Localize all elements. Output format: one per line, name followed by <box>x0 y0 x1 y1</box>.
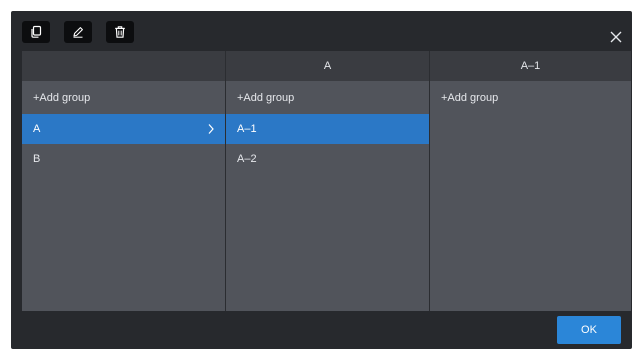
column-a-1: A–1 +Add group <box>430 51 631 311</box>
group-item-label: B <box>33 153 41 165</box>
group-item-a-2[interactable]: A–2 <box>226 144 429 174</box>
group-item-label: A–2 <box>237 153 257 165</box>
toolbar <box>11 11 632 51</box>
dialog-footer: OK <box>11 311 632 349</box>
group-item-b[interactable]: B <box>22 144 225 174</box>
group-item-a[interactable]: A <box>22 114 225 144</box>
group-item-label: A–1 <box>237 123 257 135</box>
column-body: +Add group A B <box>22 81 225 311</box>
column-root: +Add group A B <box>22 51 225 311</box>
edit-button[interactable] <box>64 21 92 43</box>
close-icon <box>610 31 622 43</box>
edit-pencil-icon <box>73 27 83 38</box>
add-group-button[interactable]: +Add group <box>22 83 225 113</box>
column-body: +Add group <box>430 81 631 311</box>
group-columns-panel: +Add group A B A +Add group A–1 A–2 A–1 … <box>22 51 631 311</box>
group-manager-dialog: +Add group A B A +Add group A–1 A–2 A–1 … <box>11 11 632 349</box>
column-body: +Add group A–1 A–2 <box>226 81 429 311</box>
column-a: A +Add group A–1 A–2 <box>226 51 429 311</box>
copy-icon <box>31 25 42 38</box>
group-item-label: A <box>33 123 41 135</box>
chevron-right-icon <box>208 124 214 134</box>
column-header: A <box>226 51 429 81</box>
delete-button[interactable] <box>106 21 134 43</box>
column-header <box>22 51 225 81</box>
column-header: A–1 <box>430 51 631 81</box>
group-item-a-1[interactable]: A–1 <box>226 114 429 144</box>
add-group-button[interactable]: +Add group <box>226 83 429 113</box>
close-button[interactable] <box>606 27 626 47</box>
ok-button[interactable]: OK <box>557 316 621 344</box>
copy-button[interactable] <box>22 21 50 43</box>
trash-icon <box>115 26 125 38</box>
add-group-button[interactable]: +Add group <box>430 83 631 113</box>
